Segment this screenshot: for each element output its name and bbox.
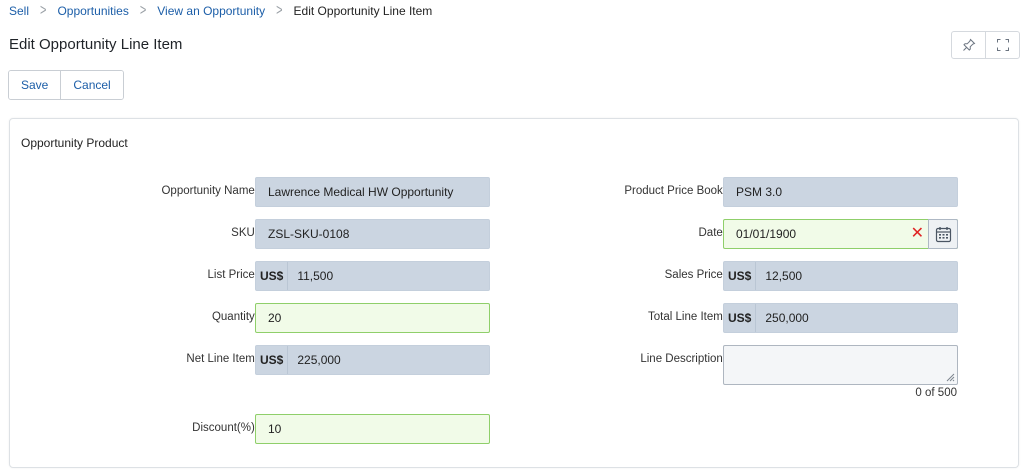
line-description-label: Line Description: <box>640 353 726 365</box>
net-line-item-label: Net Line Item: <box>186 353 258 365</box>
currency-label: US$ <box>724 304 757 332</box>
breadcrumb-sell[interactable]: Sell <box>9 4 29 18</box>
breadcrumb-opportunities[interactable]: Opportunities <box>57 4 128 18</box>
opportunity-name-label: Opportunity Name: <box>161 185 258 197</box>
expand-button[interactable] <box>985 32 1019 58</box>
panel-title: Opportunity Product <box>21 136 128 150</box>
character-counter: 0 of 500 <box>915 387 957 399</box>
date-label: Date: <box>698 227 727 239</box>
save-button[interactable]: Save <box>9 71 61 99</box>
sales-price-label: Sales Price: <box>664 269 726 281</box>
opportunity-product-panel: Opportunity Product Opportunity Name: La… <box>9 118 1019 468</box>
discount-value: 10 <box>268 422 282 436</box>
resize-grip-icon[interactable] <box>946 373 955 382</box>
breadcrumb-separator-icon: > <box>139 2 147 20</box>
pin-button[interactable] <box>952 32 985 58</box>
product-price-book-value: PSM 3.0 <box>736 185 783 199</box>
sales-price-field: US$ 12,500 <box>723 261 958 291</box>
currency-label: US$ <box>724 262 757 290</box>
total-line-item-value: 250,000 <box>765 311 809 325</box>
list-price-field: US$ 11,500 <box>255 261 490 291</box>
quantity-input[interactable]: 20 <box>255 303 490 333</box>
list-price-label: List Price: <box>207 269 259 281</box>
date-input[interactable]: 01/01/1900 ✕ <box>723 219 958 249</box>
clear-icon[interactable]: ✕ <box>911 225 924 243</box>
currency-label: US$ <box>256 262 289 290</box>
product-price-book-field: PSM 3.0 <box>723 177 958 207</box>
calendar-icon <box>935 226 951 242</box>
page-title: Edit Opportunity Line Item <box>9 36 183 53</box>
sku-field: ZSL-SKU-0108 <box>255 219 490 249</box>
currency-label: US$ <box>256 346 289 374</box>
list-price-value: 11,500 <box>297 269 334 283</box>
sku-label: SKU: <box>231 227 258 239</box>
date-value: 01/01/1900 <box>736 227 797 241</box>
window-controls <box>951 31 1020 59</box>
opportunity-name-field: Lawrence Medical HW Opportunity <box>255 177 490 207</box>
discount-input[interactable]: 10 <box>255 414 490 444</box>
opportunity-name-value: Lawrence Medical HW Opportunity <box>268 185 454 199</box>
expand-icon <box>996 39 1009 51</box>
cancel-button[interactable]: Cancel <box>60 71 123 99</box>
breadcrumb-separator-icon: > <box>276 2 283 20</box>
breadcrumb-view-opportunity[interactable]: View an Opportunity <box>157 4 265 18</box>
quantity-label: Quantity: <box>211 311 258 323</box>
action-bar: Save Cancel <box>8 70 124 100</box>
product-price-book-label: Product Price Book: <box>624 185 726 197</box>
net-line-item-value: 225,000 <box>297 353 341 367</box>
total-line-item-field: US$ 250,000 <box>723 303 958 333</box>
discount-label: Discount(%): <box>192 422 258 434</box>
net-line-item-field: US$ 225,000 <box>255 345 490 375</box>
total-line-item-label: Total Line Item: <box>648 311 726 323</box>
line-description-textarea[interactable] <box>723 345 958 385</box>
calendar-button[interactable] <box>928 219 958 249</box>
breadcrumb-separator-icon: > <box>40 2 47 20</box>
sku-value: ZSL-SKU-0108 <box>268 227 350 241</box>
breadcrumb: Sell > Opportunities > View an Opportuni… <box>9 2 433 20</box>
breadcrumb-current: Edit Opportunity Line Item <box>293 4 433 18</box>
sales-price-value: 12,500 <box>765 269 803 283</box>
quantity-value: 20 <box>268 311 282 325</box>
pin-icon <box>962 38 975 51</box>
